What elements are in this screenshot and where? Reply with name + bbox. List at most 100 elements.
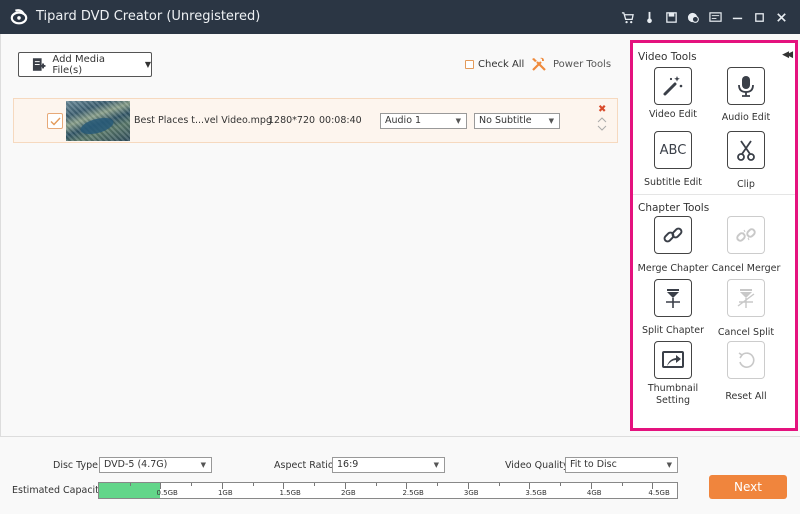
next-label: Next [734, 480, 762, 494]
audio-edit-tool[interactable]: Audio Edit [706, 67, 786, 124]
thumbnail-setting-tool[interactable]: Thumbnail Setting [633, 341, 713, 407]
collapse-panel-icon[interactable]: ◀◀ [782, 50, 793, 60]
disc-type-value: DVD-5 (4.7G) [104, 459, 168, 470]
section-divider [633, 194, 795, 195]
chevron-down-icon: ▼ [455, 117, 461, 125]
capacity-tick-label: 4.5GB [648, 489, 670, 497]
disc-type-label: Disc Type [53, 460, 98, 471]
move-up-icon[interactable] [597, 116, 607, 124]
video-quality-select[interactable]: Fit to Disc ▼ [565, 457, 678, 473]
checkmark-icon [50, 117, 61, 126]
split-icon [666, 289, 680, 308]
cancel-split-label: Cancel Split [717, 327, 775, 338]
chevron-down-icon[interactable]: ▼ [145, 60, 151, 69]
aspect-ratio-label: Aspect Ratio: [274, 460, 337, 471]
disc-type-select[interactable]: DVD-5 (4.7G) ▼ [99, 457, 212, 473]
merge-chapter-tool[interactable]: Merge Chapter [633, 216, 713, 275]
audio-edit-label: Audio Edit [721, 112, 771, 123]
reset-icon [738, 352, 755, 368]
reset-all-label: Reset All [725, 391, 767, 402]
capacity-minor-tick [129, 483, 131, 486]
capacity-minor-tick [191, 483, 193, 486]
check-all-checkbox[interactable] [465, 60, 474, 69]
video-edit-label: Video Edit [648, 109, 698, 120]
thumbnail-setting-label: Thumbnail Setting [647, 383, 699, 406]
file-checkbox[interactable] [47, 113, 63, 129]
file-row[interactable]: Best Places t...vel Video.mpg 1280*720 0… [13, 98, 618, 143]
file-resolution: 1280*720 [268, 115, 316, 126]
clip-label: Clip [737, 179, 755, 190]
capacity-tick-label: 3GB [463, 489, 479, 497]
register-icon[interactable] [660, 9, 682, 25]
video-edit-tool[interactable]: Video Edit [633, 67, 713, 121]
capacity-minor-tick [498, 483, 500, 486]
aspect-ratio-value: 16:9 [337, 459, 359, 470]
add-media-button[interactable]: Add Media File(s) ▼ [18, 52, 152, 77]
tools-panel: Video Tools ◀◀ Video Edit Audio Edit ABC… [630, 40, 798, 431]
minimize-icon[interactable] [726, 9, 748, 25]
bottom-settings-bar: Disc Type DVD-5 (4.7G) ▼ Aspect Ratio: 1… [0, 436, 800, 514]
thumbnail-icon [662, 351, 684, 368]
capacity-tick-label: 0.5GB [156, 489, 178, 497]
chevron-down-icon: ▼ [548, 117, 554, 125]
check-all[interactable]: Check All [465, 59, 524, 70]
menu-icon[interactable] [704, 9, 726, 25]
scissors-icon [737, 140, 755, 161]
cart-icon[interactable] [616, 9, 638, 25]
subtitle-edit-label: Subtitle Edit [643, 177, 703, 188]
magic-wand-icon [663, 76, 683, 96]
audio-track-select[interactable]: Audio 1 ▼ [380, 113, 467, 129]
app-logo-icon [10, 9, 28, 25]
cancel-split-icon [737, 289, 755, 308]
maximize-icon[interactable] [748, 9, 770, 25]
capacity-minor-tick [314, 483, 316, 486]
window-title: Tipard DVD Creator (Unregistered) [36, 9, 261, 24]
aspect-ratio-select[interactable]: 16:9 ▼ [332, 457, 445, 473]
video-tools-title: Video Tools [638, 51, 697, 63]
subtitle-edit-tool[interactable]: ABC Subtitle Edit [633, 131, 713, 189]
capacity-tick-label: 4GB [586, 489, 602, 497]
capacity-minor-tick [621, 483, 623, 486]
microphone-icon [738, 76, 754, 97]
file-name: Best Places t...vel Video.mpg [134, 115, 272, 126]
key-icon[interactable] [638, 9, 660, 25]
audio-track-value: Audio 1 [385, 115, 422, 126]
reset-all-tool[interactable]: Reset All [706, 341, 786, 403]
next-button[interactable]: Next [709, 475, 787, 499]
clip-tool[interactable]: Clip [706, 131, 786, 191]
capacity-minor-tick [375, 483, 377, 486]
delete-icon[interactable]: ✖ [598, 104, 606, 115]
subtitle-select[interactable]: No Subtitle ▼ [474, 113, 560, 129]
merge-chapter-label: Merge Chapter [637, 263, 709, 274]
abc-icon: ABC [659, 142, 687, 158]
split-chapter-tool[interactable]: Split Chapter [633, 279, 713, 337]
capacity-bar: 0.5GB 1GB 1.5GB 2GB 2.5GB 3GB 3.5GB 4GB 4.5GB [98, 482, 678, 499]
check-all-label: Check All [478, 59, 525, 70]
cancel-merger-tool[interactable]: Cancel Merger [706, 216, 786, 275]
broken-link-icon [736, 228, 756, 242]
move-down-icon[interactable] [597, 124, 607, 132]
chevron-down-icon: ▼ [200, 461, 206, 469]
title-bar: Tipard DVD Creator (Unregistered) [0, 0, 800, 34]
cancel-split-tool[interactable]: Cancel Split [706, 279, 786, 339]
file-duration: 00:08:40 [319, 115, 362, 126]
add-file-icon [32, 57, 46, 71]
power-tools-label: Power Tools [553, 58, 612, 70]
capacity-tick-label: 2.5GB [402, 489, 424, 497]
close-icon[interactable] [770, 9, 792, 25]
capacity-tick-label: 3.5GB [525, 489, 547, 497]
feedback-icon[interactable] [682, 9, 704, 25]
cancel-merger-label: Cancel Merger [711, 263, 781, 274]
subtitle-value: No Subtitle [479, 115, 532, 126]
media-list-area: Add Media File(s) ▼ Check All Power Tool… [0, 34, 628, 436]
video-quality-label: Video Quality: [505, 460, 572, 471]
capacity-minor-tick [252, 483, 254, 486]
video-quality-value: Fit to Disc [570, 459, 617, 470]
add-media-label: Add Media File(s) [52, 53, 105, 76]
capacity-tick-label: 1GB [217, 489, 233, 497]
video-thumbnail[interactable] [66, 101, 130, 141]
chevron-down-icon: ▼ [433, 461, 439, 469]
power-tools-button[interactable]: Power Tools [531, 56, 611, 72]
link-icon [663, 227, 683, 243]
capacity-tick-label: 2GB [340, 489, 356, 497]
